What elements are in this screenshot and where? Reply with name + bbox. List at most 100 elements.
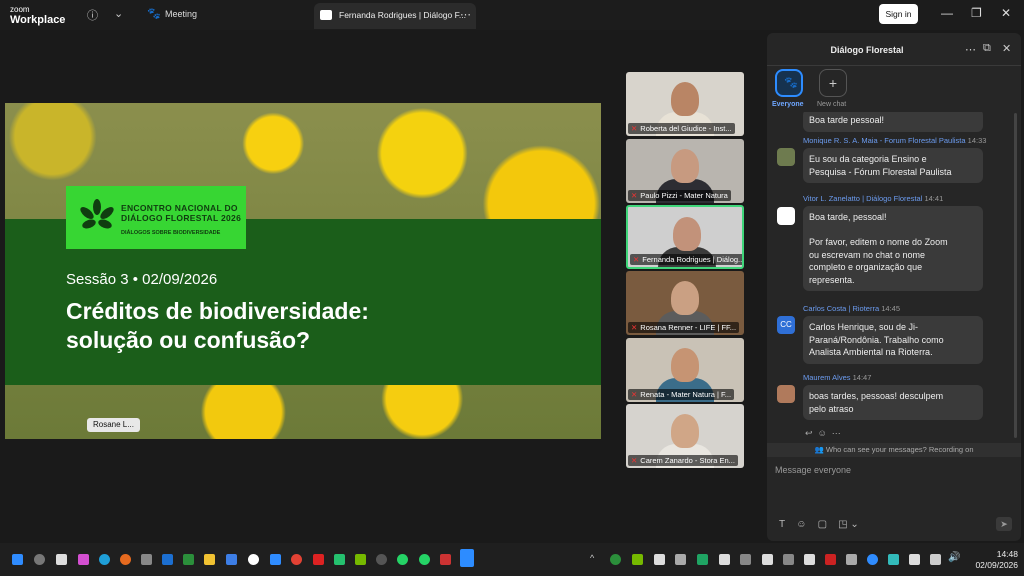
sender-name[interactable]: Carlos Costa | Rioterra	[803, 304, 879, 313]
tray-icon[interactable]	[825, 554, 836, 565]
meeting-tab-label[interactable]: Meeting	[165, 9, 197, 19]
tray-icon[interactable]	[654, 554, 665, 565]
close-window-icon[interactable]: ✕	[1001, 6, 1011, 20]
tray-icon[interactable]	[675, 554, 686, 565]
volume-icon[interactable]: 🔊	[948, 552, 960, 563]
event-logo-subtitle: DIÁLOGOS SOBRE BIODIVERSIDADE	[121, 230, 221, 236]
sender-name[interactable]: Vitor L. Zanelatto | Diálogo Florestal	[803, 194, 922, 203]
message-bubble: boas tardes, pessoas! desculpem pelo atr…	[803, 385, 983, 420]
excel-icon[interactable]	[183, 554, 194, 565]
chat-message: Maurem Alves 14:47 boas tardes, pessoas!…	[803, 373, 983, 420]
app-icon[interactable]	[248, 554, 259, 565]
participant-tile[interactable]: ✕ Carem Zanardo - Stora En...	[626, 404, 744, 468]
message-bubble: Boa tarde pessoal!	[803, 112, 983, 132]
chrome-icon[interactable]	[291, 554, 302, 565]
tray-icon[interactable]	[909, 554, 920, 565]
slide-headline: Créditos de biodiversidade: solução ou c…	[66, 298, 369, 353]
event-logo-title: ENCONTRO NACIONAL DO DIÁLOGO FLORESTAL 2…	[121, 203, 242, 223]
search-icon[interactable]	[34, 554, 45, 565]
nvidia-icon[interactable]	[632, 554, 643, 565]
whatsapp-icon[interactable]	[397, 554, 408, 565]
scrollbar[interactable]	[1014, 113, 1017, 438]
sign-in-button[interactable]: Sign in	[879, 4, 918, 24]
emoji-icon[interactable]: ☺	[818, 428, 827, 438]
participant-tile-active-speaker[interactable]: ✕ Fernanda Rodrigues | Diálog...	[626, 205, 744, 269]
close-chat-icon[interactable]: ✕	[1002, 42, 1011, 55]
sender-name[interactable]: Maurem Alves	[803, 373, 851, 382]
chevron-down-icon[interactable]: ⌄	[850, 519, 858, 530]
word-icon[interactable]	[270, 554, 281, 565]
message-input[interactable]: Message everyone	[775, 465, 851, 475]
tray-icon[interactable]	[719, 554, 730, 565]
channel-label: New chat	[817, 101, 847, 108]
leaf-logo-icon	[80, 199, 114, 229]
zoom-taskbar-icon[interactable]	[460, 549, 474, 567]
tab-title[interactable]: Fernanda Rodrigues | Diálogo F...	[339, 10, 466, 20]
message-bubble: Eu sou da categoria Ensino e Pesquisa - …	[803, 148, 983, 183]
more-icon[interactable]: ⋯	[832, 428, 841, 438]
edge-icon[interactable]	[99, 554, 110, 565]
sender-name[interactable]: Monique R. S. A. Maia - Forum Florestal …	[803, 136, 966, 145]
tray-icon[interactable]	[610, 554, 621, 565]
tray-icon[interactable]	[762, 554, 773, 565]
app-icon[interactable]	[376, 554, 387, 565]
tray-icon[interactable]	[867, 554, 878, 565]
participant-name: Carem Zanardo - Stora En...	[640, 456, 735, 465]
tray-icon[interactable]	[740, 554, 751, 565]
outlook-icon[interactable]	[162, 554, 173, 565]
more-options-icon[interactable]: ⋯	[965, 43, 976, 56]
privacy-notice[interactable]: 👥 Who can see your messages? Recording o…	[767, 443, 1021, 457]
text-format-icon[interactable]: T	[779, 519, 785, 530]
message-time: 14:33	[967, 136, 987, 145]
app-icon[interactable]	[334, 554, 345, 565]
copilot-icon[interactable]	[78, 554, 89, 565]
send-icon: ➤	[1000, 519, 1008, 529]
tray-icon[interactable]	[783, 554, 794, 565]
new-chat-button[interactable]: +	[819, 69, 847, 97]
channel-label: Everyone	[772, 101, 804, 108]
session-label: Sessão 3 • 02/09/2026	[66, 271, 218, 288]
app-icon[interactable]	[440, 554, 451, 565]
folder-icon[interactable]	[204, 554, 215, 565]
nvidia-icon[interactable]	[355, 554, 366, 565]
tray-icon[interactable]	[846, 554, 857, 565]
network-icon[interactable]	[930, 554, 941, 565]
participant-tile[interactable]: ✕ Rosana Renner - LIFE | FF...	[626, 271, 744, 335]
app-icon[interactable]	[141, 554, 152, 565]
windows-start-icon[interactable]	[12, 554, 23, 565]
muted-mic-icon: ✕	[631, 124, 638, 133]
participant-tile[interactable]: ✕ Renata - Mater Natura | F...	[626, 338, 744, 402]
send-button[interactable]: ➤	[996, 517, 1012, 531]
minimize-icon[interactable]: —	[941, 6, 953, 20]
clock[interactable]: 14:48 02/09/2026	[968, 549, 1018, 571]
screenshot-icon[interactable]: ◳	[838, 519, 847, 530]
store-icon[interactable]	[226, 554, 237, 565]
participant-name: Renata - Mater Natura | F...	[640, 390, 732, 399]
participant-tile[interactable]: ✕ Paulo Pizzi - Mater Natura	[626, 139, 744, 203]
restore-icon[interactable]: ❐	[971, 6, 982, 20]
more-icon[interactable]: ⋯	[460, 8, 471, 21]
pop-out-icon[interactable]: ⧉	[983, 42, 991, 55]
participant-tile[interactable]: ✕ Roberta del Giudice - Inst...	[626, 72, 744, 136]
pdf-icon[interactable]	[313, 554, 324, 565]
emoji-icon[interactable]: ☺	[796, 519, 806, 530]
chevron-down-icon[interactable]: ⌄	[114, 7, 123, 20]
drive-icon[interactable]	[697, 554, 708, 565]
file-icon[interactable]: ▢	[818, 519, 827, 530]
avatar	[777, 148, 795, 166]
everyone-channel-button[interactable]: 🐾	[775, 69, 803, 97]
firefox-icon[interactable]	[120, 554, 131, 565]
muted-mic-icon: ✕	[631, 191, 638, 200]
chat-panel: Diálogo Florestal ⋯ ⧉ ✕ 🐾 Everyone + New…	[767, 33, 1021, 541]
tray-icon[interactable]	[804, 554, 815, 565]
chevron-up-icon[interactable]: ^	[590, 553, 594, 563]
muted-mic-icon: ✕	[631, 456, 638, 465]
whatsapp-icon[interactable]	[419, 554, 430, 565]
info-icon[interactable]: ⓘ	[87, 7, 98, 23]
file-icon[interactable]	[56, 554, 67, 565]
tray-icon[interactable]	[888, 554, 899, 565]
reply-icon[interactable]: ↩	[805, 428, 813, 438]
chat-message: Monique R. S. A. Maia - Forum Florestal …	[803, 136, 986, 183]
muted-mic-icon: ✕	[631, 390, 638, 399]
message-time: 14:45	[881, 304, 901, 313]
